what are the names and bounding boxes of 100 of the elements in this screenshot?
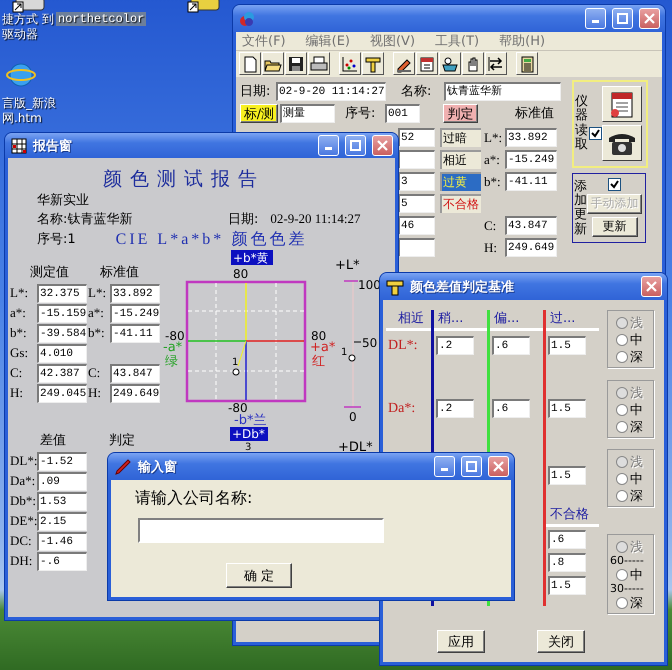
- value-field[interactable]: 3: [398, 172, 435, 192]
- report-subtitle: CIE L*a*b* 颜色色差: [116, 230, 308, 250]
- value-field[interactable]: 43.847: [505, 216, 557, 236]
- value-field[interactable]: .09: [37, 472, 87, 490]
- threshold-field[interactable]: .2: [436, 399, 474, 418]
- close-button[interactable]: [488, 456, 509, 477]
- value-field[interactable]: -.6: [37, 552, 87, 570]
- axis-label: -a* 绿: [163, 340, 182, 369]
- icon-label[interactable]: 网.htm: [0, 111, 58, 125]
- value-field[interactable]: 249.649: [505, 238, 557, 258]
- close-button[interactable]: [639, 8, 660, 29]
- icon-label[interactable]: 言版_新浪: [0, 96, 58, 110]
- minimize-button[interactable]: [434, 456, 455, 477]
- value-field[interactable]: -41.11: [505, 172, 557, 192]
- swap-arrows-icon[interactable]: [485, 52, 507, 76]
- menu-item[interactable]: 文件(F): [242, 32, 286, 50]
- maximize-button[interactable]: [612, 8, 633, 29]
- threshold-field[interactable]: .8: [548, 553, 586, 572]
- value-field[interactable]: 43.847: [110, 364, 160, 382]
- icon-label[interactable]: 捷方式 到: [0, 12, 56, 26]
- pencil-icon[interactable]: [393, 52, 415, 76]
- threshold-field[interactable]: .6: [492, 336, 530, 355]
- value-field[interactable]: -1.46: [37, 532, 87, 550]
- value-field[interactable]: 33.892: [505, 128, 557, 148]
- value-field[interactable]: 249.045: [37, 384, 87, 402]
- value-field[interactable]: 4.010: [37, 344, 87, 362]
- notebook-icon[interactable]: [416, 52, 438, 76]
- radio-option[interactable]: 中: [616, 401, 653, 418]
- value-field[interactable]: 33.892: [110, 284, 160, 302]
- serial-field[interactable]: 001: [385, 104, 420, 123]
- radio-option[interactable]: 中: [616, 566, 653, 583]
- threshold-field[interactable]: 1.5: [548, 576, 586, 595]
- value-field[interactable]: -1.52: [37, 452, 87, 470]
- radio-option[interactable]: 深: [616, 487, 653, 504]
- field-label: C:: [484, 218, 498, 234]
- value-field[interactable]: 1.53: [37, 492, 87, 510]
- threshold-field[interactable]: .6: [548, 530, 586, 549]
- notebook-icon[interactable]: [602, 86, 642, 122]
- minimize-button[interactable]: [585, 8, 606, 29]
- value-field[interactable]: 2.15: [37, 512, 87, 530]
- threshold-field[interactable]: 1.5: [548, 466, 586, 485]
- date-field[interactable]: 02-9-20 11:14:27: [276, 82, 386, 101]
- folder-icon[interactable]: [262, 52, 284, 76]
- value-field[interactable]: 32.375: [37, 284, 87, 302]
- menu-item[interactable]: 工具(T): [435, 32, 480, 50]
- threshold-field[interactable]: 1.5: [548, 336, 586, 355]
- value-field[interactable]: -15.249: [110, 304, 160, 322]
- threshold-field[interactable]: .2: [436, 336, 474, 355]
- field-label: L*:: [88, 285, 108, 301]
- threshold-field[interactable]: 1.5: [548, 399, 586, 418]
- value-field[interactable]: 46: [398, 216, 435, 236]
- radio-option[interactable]: 中: [616, 331, 653, 348]
- shortcut-icon[interactable]: [187, 0, 221, 14]
- checkbox[interactable]: [608, 178, 621, 191]
- menu-item[interactable]: 视图(V): [370, 32, 416, 50]
- radio-option[interactable]: 深: [616, 594, 653, 611]
- value-field[interactable]: [398, 150, 435, 170]
- threshold-field[interactable]: .6: [492, 399, 530, 418]
- value-field[interactable]: -41.11: [110, 324, 160, 342]
- close-button[interactable]: [641, 276, 662, 297]
- update-button[interactable]: 更新: [592, 216, 638, 237]
- shortcut-icon[interactable]: [12, 0, 46, 14]
- value-field[interactable]: -15.159: [37, 304, 87, 322]
- hand-icon[interactable]: [462, 52, 484, 76]
- company-name-input[interactable]: [138, 518, 384, 543]
- menu-item[interactable]: 编辑(E): [306, 32, 350, 50]
- ok-button[interactable]: 确 定: [226, 563, 292, 588]
- mode-button[interactable]: 标/测: [240, 104, 278, 123]
- radio-option[interactable]: 深: [616, 418, 653, 435]
- icon-label[interactable]: 驱动器: [0, 27, 56, 41]
- value-field[interactable]: 52: [398, 128, 435, 148]
- minimize-button[interactable]: [318, 135, 339, 156]
- calculator-icon[interactable]: [516, 52, 538, 76]
- checkbox[interactable]: [589, 127, 602, 140]
- menu-item[interactable]: 帮助(H): [499, 32, 546, 50]
- field-label: b*:: [484, 174, 502, 190]
- scatter-chart-icon[interactable]: [339, 52, 361, 76]
- value-field[interactable]: -15.249: [505, 150, 557, 170]
- name-field[interactable]: 钛青蓝华新: [444, 82, 561, 101]
- icon-label[interactable]: northetcolor: [56, 12, 146, 26]
- radio-option[interactable]: 深: [616, 348, 653, 365]
- close-button[interactable]: 关闭: [537, 630, 585, 653]
- apply-button[interactable]: 应用: [437, 630, 485, 653]
- printer-icon[interactable]: [308, 52, 330, 76]
- telephone-icon[interactable]: [602, 125, 642, 162]
- value-field[interactable]: 42.387: [37, 364, 87, 382]
- close-button[interactable]: [372, 135, 393, 156]
- radio-option[interactable]: 中: [616, 470, 653, 487]
- value-field[interactable]: [398, 238, 435, 258]
- judge-button[interactable]: 判定: [443, 104, 478, 123]
- mode-field[interactable]: 测量: [280, 104, 335, 123]
- maximize-button[interactable]: [345, 135, 366, 156]
- field-label: a*:: [10, 305, 27, 321]
- value-field[interactable]: 249.649: [110, 384, 160, 402]
- value-field[interactable]: 5: [398, 194, 435, 214]
- row-label: DL*:: [388, 338, 418, 354]
- document-icon[interactable]: [239, 52, 261, 76]
- field-label: H:: [10, 385, 24, 401]
- maximize-button[interactable]: [461, 456, 482, 477]
- value-field[interactable]: -39.584: [37, 324, 87, 342]
